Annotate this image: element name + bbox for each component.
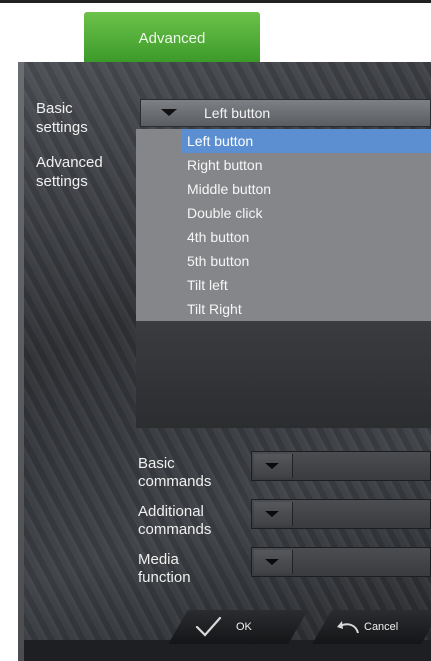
option-tilt-left[interactable]: Tilt left: [136, 273, 431, 297]
basic-commands-toggle[interactable]: [254, 454, 293, 478]
tab-label: Advanced: [138, 30, 206, 47]
additional-commands-toggle[interactable]: [254, 502, 293, 526]
additional-commands-select[interactable]: [251, 499, 431, 529]
caret-down-icon: [265, 511, 279, 517]
option-middle-button[interactable]: Middle button: [136, 177, 431, 201]
additional-commands-label: Additional commands: [138, 503, 212, 538]
option-right-button[interactable]: Right button: [136, 153, 431, 177]
ok-button[interactable]: OK: [168, 610, 308, 644]
button-select-value: Left button: [204, 105, 271, 121]
option-double-click[interactable]: Double click: [136, 201, 431, 225]
option-tilt-right[interactable]: Tilt Right: [136, 297, 431, 321]
basic-commands-label: Basic commands: [138, 455, 212, 490]
caret-down-icon: [265, 559, 279, 565]
cancel-label: Cancel: [364, 621, 399, 633]
media-function-select[interactable]: [251, 547, 431, 577]
nav-advanced-settings[interactable]: Advanced settings: [36, 153, 103, 191]
tab-advanced[interactable]: Advanced: [84, 12, 260, 62]
nav-basic-settings[interactable]: Basic settings: [36, 99, 88, 137]
checkmark-icon: [195, 616, 222, 637]
caret-down-icon: [265, 463, 279, 469]
button-select[interactable]: Left button: [140, 99, 431, 127]
basic-commands-select[interactable]: [251, 451, 431, 481]
button-select-toggle[interactable]: [151, 104, 187, 122]
dropdown-backdrop: [136, 321, 431, 428]
button-options-list: Left button Right button Middle button D…: [136, 129, 431, 321]
option-5th-button[interactable]: 5th button: [136, 249, 431, 273]
top-border: [0, 0, 431, 3]
option-4th-button[interactable]: 4th button: [136, 225, 431, 249]
option-left-button[interactable]: Left button: [182, 129, 431, 153]
cancel-button[interactable]: Cancel: [312, 610, 431, 644]
media-function-label: Media function: [138, 551, 191, 586]
ok-label: OK: [236, 621, 252, 633]
media-function-toggle[interactable]: [254, 550, 293, 574]
undo-arrow-icon: [337, 621, 359, 634]
caret-down-icon: [161, 109, 177, 116]
